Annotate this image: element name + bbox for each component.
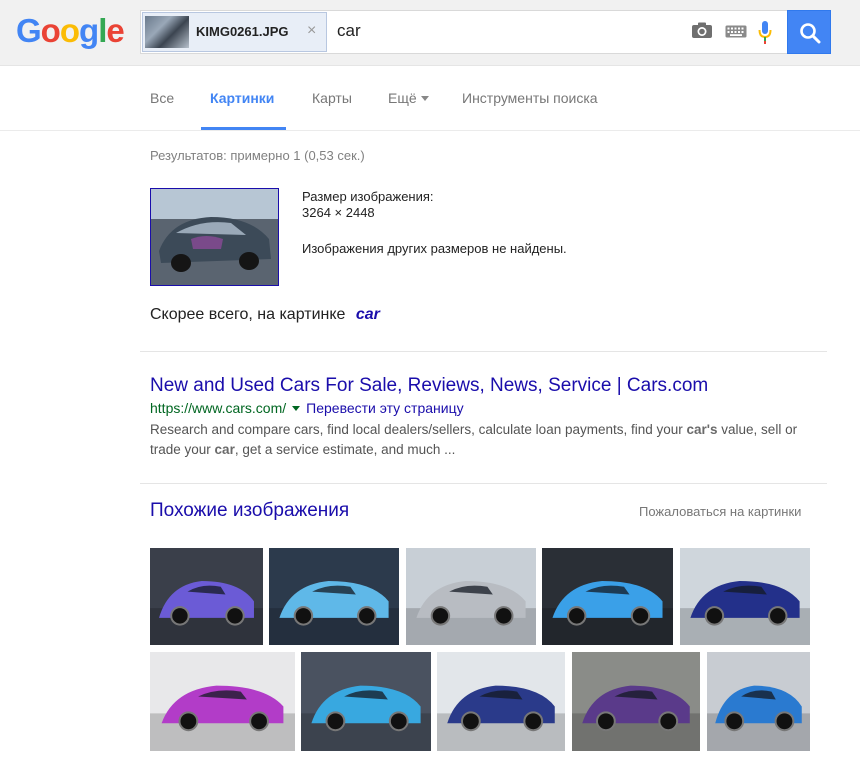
search-header: Google KIMG0261.JPG × car (0, 0, 860, 66)
snippet-text: Research and compare cars, find local de… (150, 422, 687, 437)
car-image (301, 685, 431, 751)
logo-letter: o (59, 12, 80, 49)
divider (140, 351, 827, 352)
search-image-thumbnail (145, 16, 189, 48)
logo-letter: l (98, 12, 107, 49)
result-url-line: https://www.cars.com/Перевести эту стран… (150, 400, 464, 416)
tab-images[interactable]: Картинки (210, 90, 274, 106)
car-image (680, 580, 810, 645)
camera-icon[interactable] (691, 22, 713, 39)
best-guess-link[interactable]: car (356, 306, 380, 323)
similar-image-tile[interactable] (680, 548, 810, 645)
similar-image-tile[interactable] (301, 652, 431, 751)
image-size-label: Размер изображения: (302, 189, 434, 204)
result-url: https://www.cars.com/ (150, 400, 287, 416)
report-images-link[interactable]: Пожаловаться на картинки (639, 504, 801, 519)
query-image-thumbnail[interactable] (150, 188, 279, 286)
similar-image-tile[interactable] (437, 652, 565, 751)
chevron-down-icon (420, 96, 429, 101)
microphone-icon[interactable] (758, 20, 772, 45)
similar-image-tile[interactable] (150, 652, 295, 751)
car-image (542, 580, 673, 645)
close-icon[interactable]: × (307, 22, 316, 40)
logo-letter: e (106, 12, 124, 49)
logo-letter: o (40, 12, 61, 49)
tab-search-tools[interactable]: Инструменты поиска (462, 90, 598, 106)
result-title-link[interactable]: New and Used Cars For Sale, Reviews, New… (150, 375, 708, 397)
car-image (437, 685, 565, 751)
no-other-sizes-text: Изображения других размеров не найдены. (302, 241, 567, 256)
search-box[interactable]: KIMG0261.JPG × car (140, 10, 787, 54)
active-tab-indicator (201, 127, 286, 130)
car-image (151, 189, 278, 285)
similar-image-tile[interactable] (707, 652, 810, 751)
snippet-highlight: car's (686, 422, 718, 437)
car-image (269, 580, 399, 645)
keyboard-icon[interactable] (725, 25, 747, 38)
best-guess: Скорее всего, на картинке car (150, 306, 380, 324)
car-image (406, 580, 536, 645)
result-stats: Результатов: примерно 1 (0,53 сек.) (150, 148, 365, 163)
divider (140, 483, 827, 484)
logo-letter: g (79, 12, 99, 49)
similar-image-tile[interactable] (542, 548, 673, 645)
image-size-value: 3264 × 2448 (302, 205, 375, 220)
search-image-filename: KIMG0261.JPG (196, 24, 289, 39)
tab-more[interactable]: Ещё (388, 90, 429, 106)
snippet-text: , get a service estimate, and much ... (234, 442, 456, 457)
tab-maps[interactable]: Карты (312, 90, 352, 106)
tab-more-label: Ещё (388, 90, 417, 106)
similar-images-title[interactable]: Похожие изображения (150, 500, 349, 522)
car-image (150, 685, 295, 751)
similar-image-tile[interactable] (406, 548, 536, 645)
translate-link[interactable]: Перевести эту страницу (306, 400, 463, 416)
similar-image-tile[interactable] (572, 652, 700, 751)
car-image (150, 580, 263, 645)
similar-image-tile[interactable] (269, 548, 399, 645)
search-button[interactable] (787, 10, 831, 54)
search-image-chip[interactable]: KIMG0261.JPG × (142, 12, 327, 52)
chevron-down-icon[interactable] (292, 406, 301, 411)
result-snippet: Research and compare cars, find local de… (150, 420, 830, 460)
car-image (707, 685, 810, 751)
snippet-highlight: car (214, 442, 235, 457)
search-tabs: Все Картинки Карты Ещё Инструменты поиск… (0, 66, 860, 131)
tab-all[interactable]: Все (150, 90, 174, 106)
search-icon (800, 23, 821, 44)
car-image (572, 685, 700, 751)
best-guess-prefix: Скорее всего, на картинке (150, 306, 346, 323)
google-logo[interactable]: Google (16, 12, 125, 50)
search-input[interactable]: car (337, 21, 361, 41)
similar-image-tile[interactable] (150, 548, 263, 645)
logo-letter: G (16, 12, 42, 49)
